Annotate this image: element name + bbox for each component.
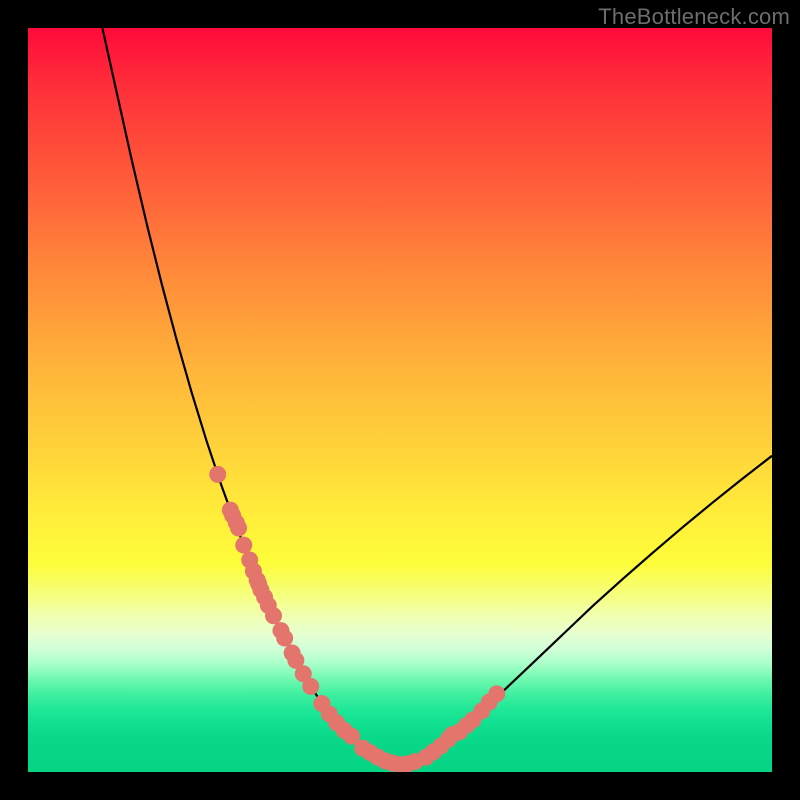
watermark-text: TheBottleneck.com bbox=[598, 4, 790, 30]
curve-line bbox=[102, 28, 772, 765]
chart-plot-area bbox=[28, 28, 772, 772]
marker-point bbox=[488, 685, 505, 702]
marker-point bbox=[209, 466, 226, 483]
marker-point bbox=[265, 607, 282, 624]
chart-svg bbox=[28, 28, 772, 772]
marker-point bbox=[230, 519, 247, 536]
marker-point bbox=[235, 537, 252, 554]
markers-group bbox=[209, 466, 505, 772]
marker-point bbox=[302, 678, 319, 695]
marker-point bbox=[276, 630, 293, 647]
